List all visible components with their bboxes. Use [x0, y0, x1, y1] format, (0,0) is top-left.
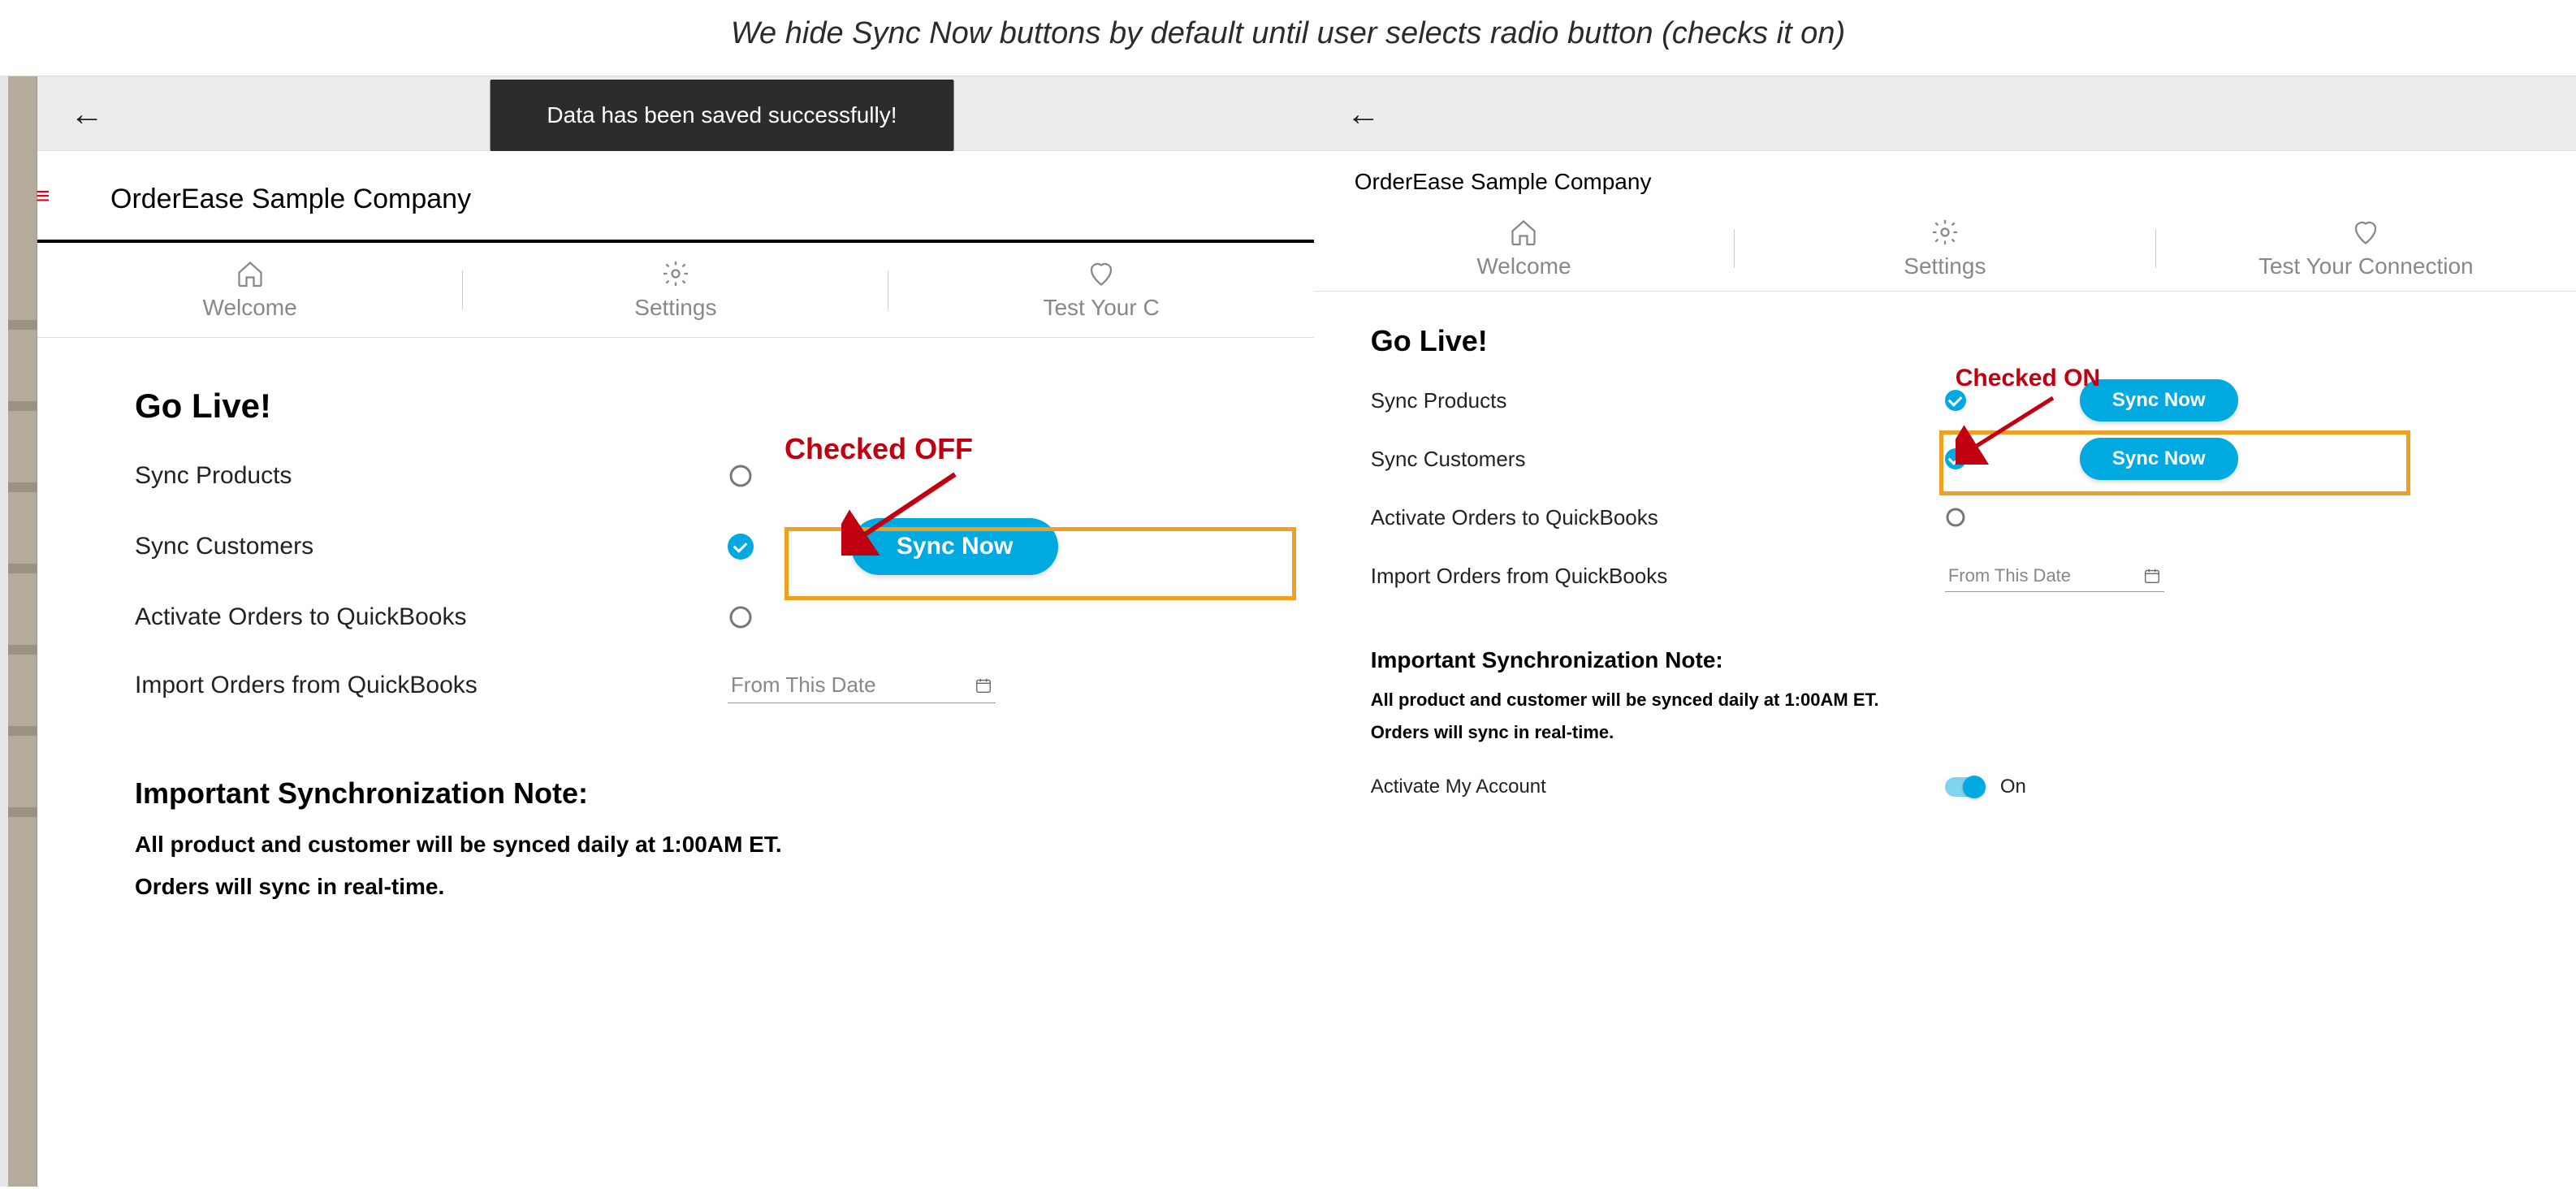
page-caption: We hide Sync Now buttons by default unti…	[0, 0, 2576, 76]
sync-note-line2: Orders will sync in real-time.	[135, 874, 1233, 900]
activate-orders-radio[interactable]	[728, 604, 754, 630]
app-bar: ← Data has been saved successfully!	[37, 76, 1314, 151]
back-button-right[interactable]: ←	[1346, 94, 1381, 133]
company-title: OrderEase Sample Company	[37, 151, 1314, 243]
sync-customers-label-r: Sync Customers	[1371, 447, 1945, 472]
tab-settings-right[interactable]: Settings	[1735, 218, 2155, 279]
activate-orders-label: Activate Orders to QuickBooks	[135, 603, 728, 631]
heartbeat-icon	[1087, 259, 1116, 288]
sync-products-sync-now-button[interactable]: Sync Now	[2080, 379, 2238, 422]
panel-checked-off: ≡ ← Data has been saved successfully! Or…	[0, 76, 1314, 1187]
import-orders-label-r: Import Orders from QuickBooks	[1371, 564, 1945, 589]
tab-settings[interactable]: Settings	[463, 259, 888, 321]
tab-welcome-right[interactable]: Welcome	[1314, 218, 1734, 279]
sync-note-heading-r: Important Synchronization Note:	[1371, 647, 2519, 673]
activate-orders-radio-r[interactable]	[1945, 507, 1966, 528]
home-icon	[236, 259, 265, 288]
sync-note-line1: All product and customer will be synced …	[135, 832, 1233, 858]
menu-icon[interactable]: ≡	[36, 192, 50, 201]
tab-bar: Welcome Settings Test Your C	[37, 243, 1314, 338]
sync-products-label: Sync Products	[135, 462, 728, 490]
tab-bar-right: Welcome Settings Test Your Connection	[1314, 206, 2576, 292]
tab-test-label-r: Test Your Connection	[2258, 253, 2474, 279]
home-icon	[1509, 218, 1538, 247]
sync-products-radio[interactable]	[728, 463, 754, 489]
sync-customers-radio-r[interactable]	[1945, 448, 1966, 469]
gear-icon	[661, 259, 690, 288]
activate-account-state: On	[2000, 776, 2026, 798]
panel-checked-on: ← OrderEase Sample Company Welcome Setti…	[1314, 76, 2576, 1187]
tab-settings-label-r: Settings	[1904, 253, 1986, 279]
import-orders-label: Import Orders from QuickBooks	[135, 672, 728, 699]
sync-customers-sync-now-button-r[interactable]: Sync Now	[2080, 438, 2238, 480]
tab-test-connection-right[interactable]: Test Your Connection	[2156, 218, 2576, 279]
app-bar-right: ←	[1314, 76, 2576, 151]
toast-saved: Data has been saved successfully!	[490, 80, 953, 151]
calendar-icon	[2143, 567, 2161, 585]
document-rail	[8, 76, 37, 1187]
gear-icon	[1930, 218, 1960, 247]
tab-welcome-label-r: Welcome	[1476, 253, 1571, 279]
calendar-icon	[975, 677, 992, 694]
heartbeat-icon	[2351, 218, 2380, 247]
tab-test-connection[interactable]: Test Your C	[888, 259, 1313, 321]
sync-products-label-r: Sync Products	[1371, 388, 1945, 413]
sync-note-line1-r: All product and customer will be synced …	[1371, 690, 2519, 711]
tab-test-label: Test Your C	[1043, 295, 1159, 321]
golive-heading-r: Go Live!	[1371, 324, 2519, 358]
import-orders-date-input-r[interactable]: From This Date	[1945, 560, 2164, 592]
activate-account-label: Activate My Account	[1371, 776, 1945, 798]
date-placeholder-r: From This Date	[1948, 565, 2071, 586]
sync-note-heading: Important Synchronization Note:	[135, 776, 1233, 811]
sync-customers-radio[interactable]	[728, 534, 754, 560]
golive-heading: Go Live!	[135, 387, 1233, 426]
sync-customers-sync-now-button[interactable]: Sync Now	[851, 518, 1058, 575]
company-title-right: OrderEase Sample Company	[1314, 151, 2576, 206]
tab-welcome[interactable]: Welcome	[37, 259, 462, 321]
import-orders-date-input[interactable]: From This Date	[728, 668, 996, 703]
tab-welcome-label: Welcome	[203, 295, 297, 321]
sync-products-radio-on[interactable]	[1945, 390, 1966, 411]
sync-note-line2-r: Orders will sync in real-time.	[1371, 722, 2519, 743]
tab-settings-label: Settings	[634, 295, 716, 321]
sync-customers-label: Sync Customers	[135, 533, 728, 560]
date-placeholder: From This Date	[731, 672, 876, 698]
back-button[interactable]: ←	[70, 94, 104, 133]
activate-orders-label-r: Activate Orders to QuickBooks	[1371, 505, 1945, 530]
activate-account-toggle[interactable]	[1945, 777, 1984, 797]
